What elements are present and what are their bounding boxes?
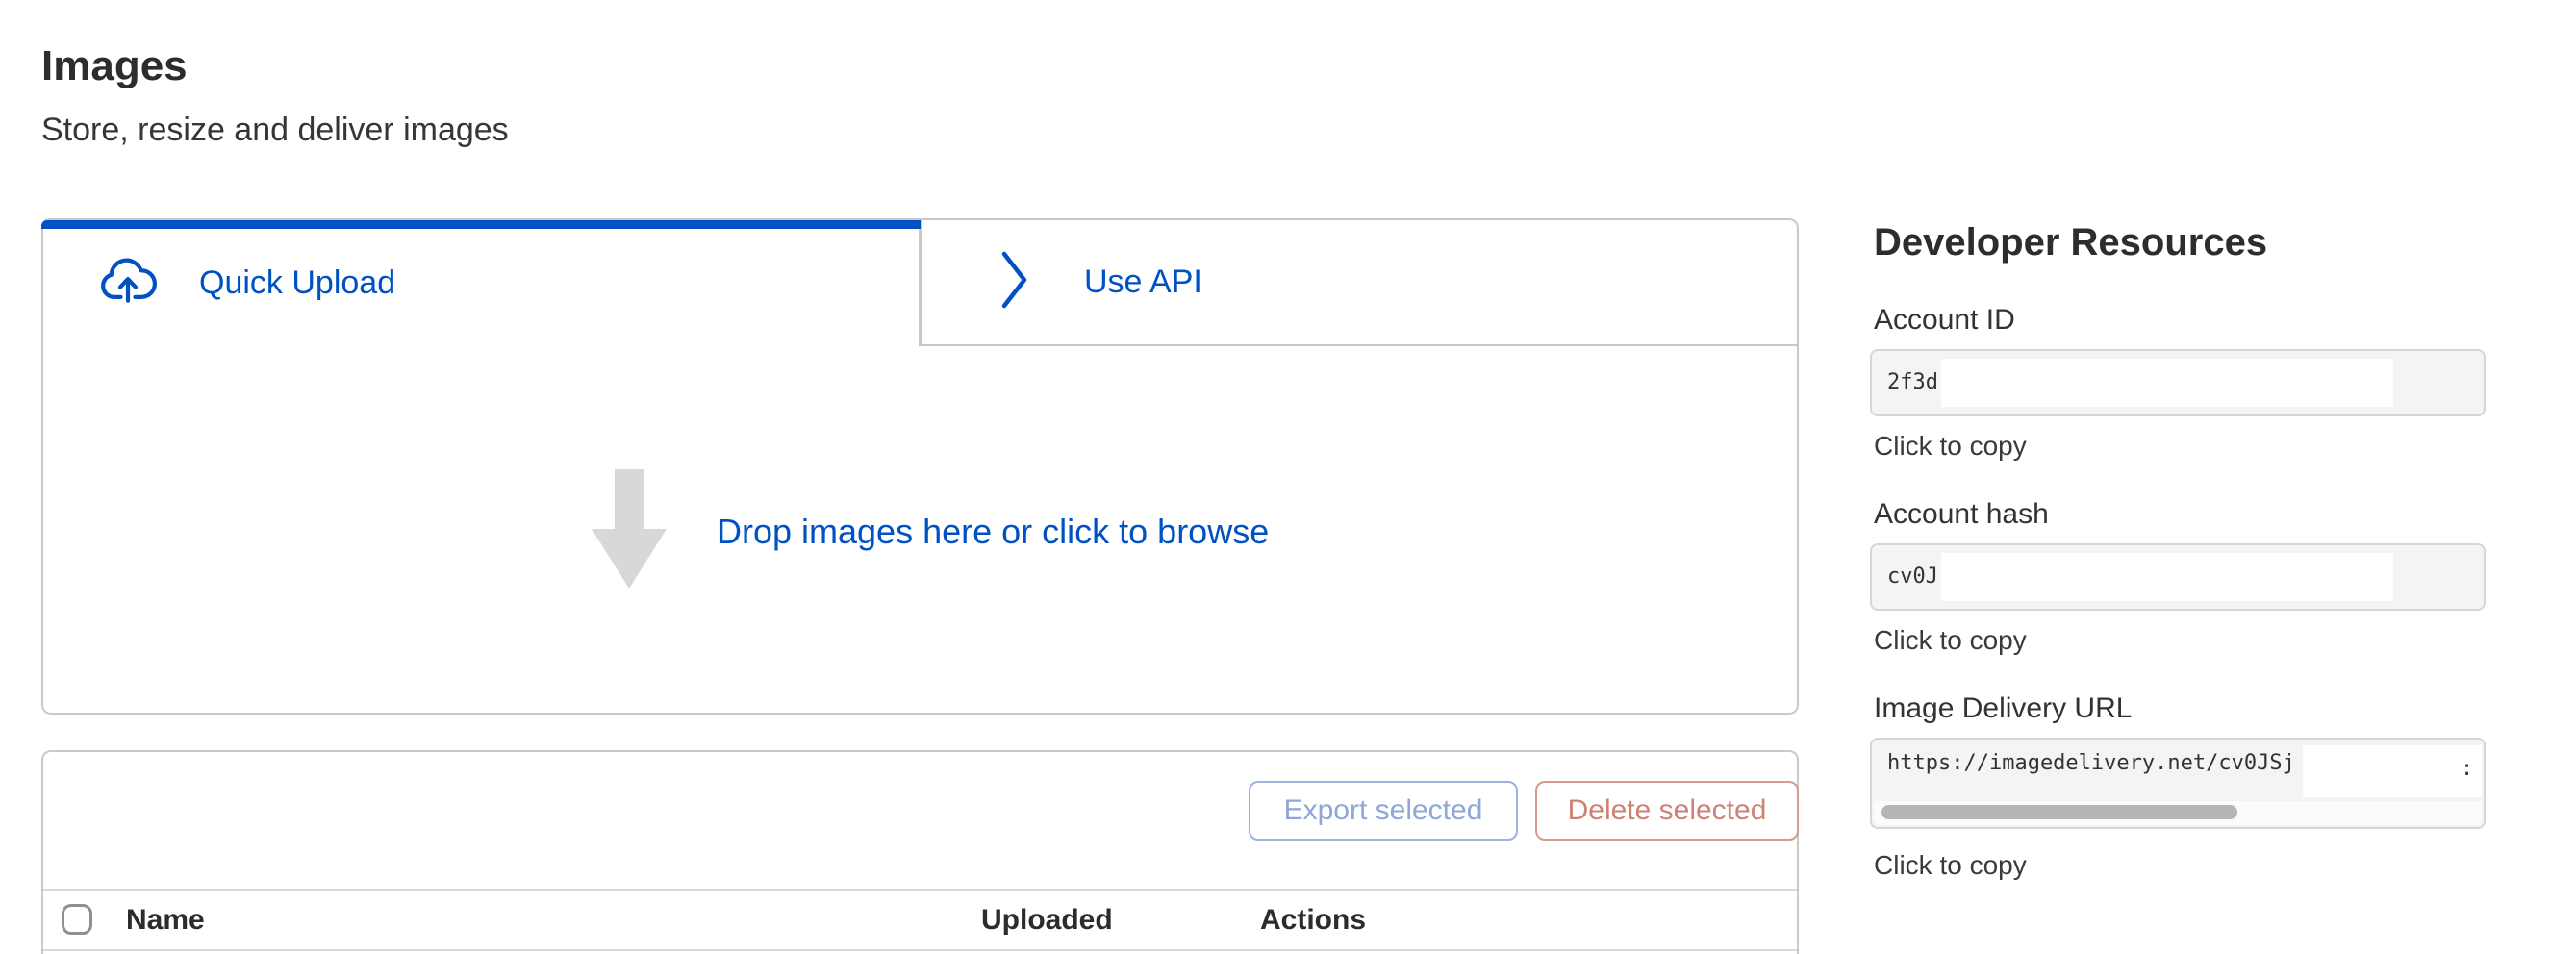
column-header-actions: Actions	[1260, 904, 1366, 937]
tab-use-api-label: Use API	[1084, 264, 1202, 301]
table-header-divider	[43, 949, 1797, 951]
image-delivery-url-field[interactable]: https://imagedelivery.net/cv0JSj :	[1870, 738, 2486, 829]
export-selected-button[interactable]: Export selected	[1249, 781, 1518, 841]
tab-quick-upload-label: Quick Upload	[199, 264, 395, 302]
account-hash-redaction	[1941, 553, 2393, 601]
select-all-checkbox[interactable]	[62, 904, 92, 935]
cloud-upload-icon	[99, 258, 157, 309]
developer-resources-title: Developer Resources	[1874, 221, 2267, 264]
page-title: Images	[41, 42, 188, 90]
account-hash-copy-hint: Click to copy	[1874, 625, 2027, 656]
chevron-right-icon	[1001, 251, 1028, 314]
image-list-panel: Export selected Delete selected Name Upl…	[41, 750, 1799, 954]
column-header-uploaded: Uploaded	[981, 904, 1113, 937]
image-delivery-url-value: https://imagedelivery.net/cv0JSj	[1887, 740, 2295, 788]
images-page: Images Store, resize and deliver images …	[0, 0, 2576, 954]
active-tab-accent-bar	[41, 220, 921, 229]
image-delivery-url-copy-hint: Click to copy	[1874, 850, 2027, 881]
horizontal-scrollbar-track	[1874, 801, 2482, 825]
account-hash-field[interactable]: cv0J	[1870, 543, 2486, 611]
developer-resources-sidebar: Developer Resources Account ID 2f3d Clic…	[1870, 0, 2495, 954]
horizontal-scrollbar-thumb[interactable]	[1881, 805, 2237, 819]
image-delivery-url-label: Image Delivery URL	[1874, 692, 2132, 725]
account-id-label: Account ID	[1874, 304, 2015, 337]
tab-use-api[interactable]: Use API	[921, 218, 1799, 346]
account-id-copy-hint: Click to copy	[1874, 431, 2027, 462]
upload-dropzone[interactable]: Drop images here or click to browse	[41, 346, 1799, 715]
table-header-row: Name Uploaded Actions	[43, 891, 1797, 949]
image-delivery-url-redaction	[2303, 745, 2482, 797]
page-subtitle: Store, resize and deliver images	[41, 112, 509, 149]
dropzone-label: Drop images here or click to browse	[717, 512, 1269, 552]
arrow-down-icon	[592, 469, 667, 593]
delete-selected-button[interactable]: Delete selected	[1535, 781, 1799, 841]
column-header-name: Name	[126, 904, 205, 937]
account-id-field[interactable]: 2f3d	[1870, 349, 2486, 416]
account-id-redaction	[1941, 359, 2393, 407]
tab-quick-upload[interactable]: Quick Upload	[41, 218, 921, 346]
account-hash-value: cv0J	[1887, 545, 1938, 609]
account-id-value: 2f3d	[1887, 351, 1938, 414]
image-delivery-url-fragment: :	[2461, 745, 2473, 793]
account-hash-label: Account hash	[1874, 498, 2049, 531]
